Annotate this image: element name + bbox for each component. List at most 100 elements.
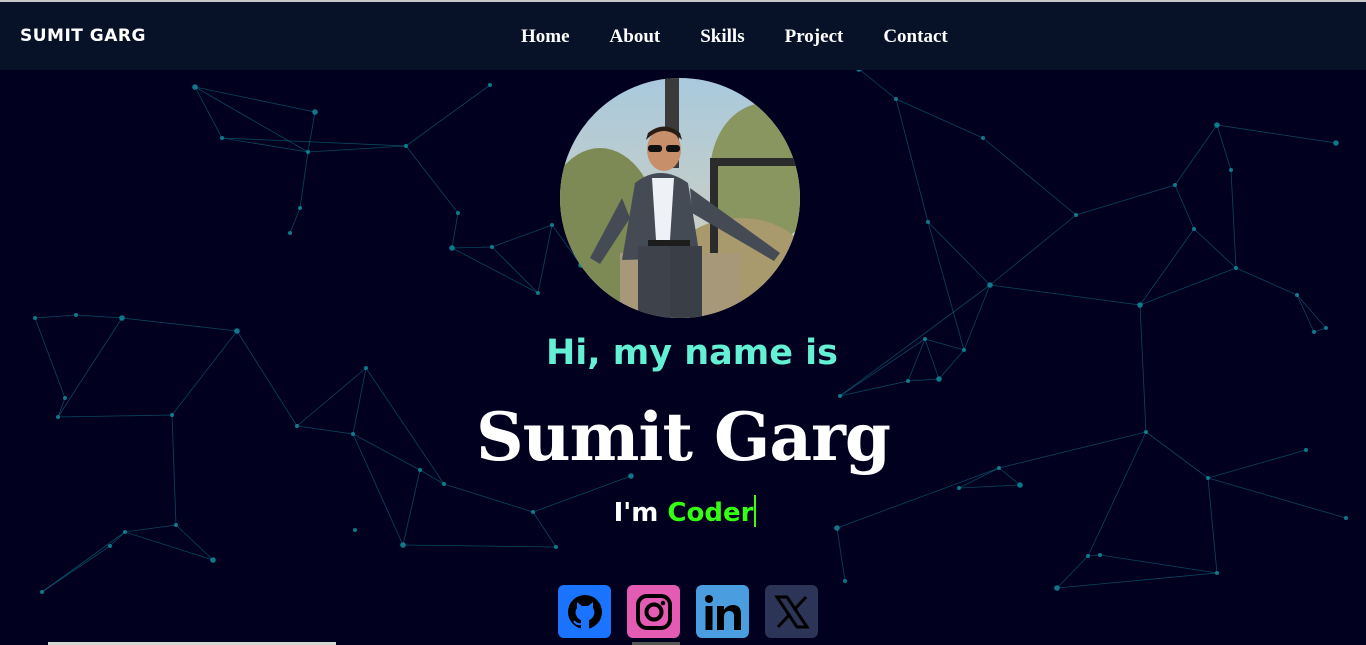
network-node [1215,571,1219,575]
network-line [982,137,1077,216]
network-node [210,557,216,563]
github-link[interactable] [558,585,611,638]
network-node [1054,585,1060,591]
network-node [74,313,78,317]
social-links [558,585,834,638]
network-line [1296,294,1327,329]
network-line [958,484,1021,489]
network-line [537,224,553,294]
network-node [220,136,224,140]
network-line [194,86,316,113]
network-line [175,524,214,561]
nav-links: Home About Skills Project Contact [521,26,988,48]
network-node [449,245,455,251]
nav-skills[interactable]: Skills [700,26,744,48]
instagram-link[interactable] [627,585,680,638]
typed-line: I'm Coder [0,495,1366,528]
typed-prefix: I'm [613,498,659,528]
network-node [1333,140,1339,146]
network-line [927,221,991,286]
network-node [404,144,408,148]
network-node [1206,476,1210,480]
network-node [987,282,993,288]
network-line [75,314,123,319]
network-line [1075,184,1176,216]
network-node [40,590,44,594]
github-icon [567,594,602,629]
network-node [1214,122,1220,128]
network-line [836,527,846,582]
network-node [108,544,112,548]
network-line [491,224,553,248]
network-line [221,137,407,147]
network-node [442,482,446,486]
network-line [1216,124,1232,171]
network-node [981,136,985,140]
network-line [1139,228,1195,306]
network-node [312,109,318,115]
network-node [33,316,37,320]
network-node [536,291,540,295]
network-line [989,284,1141,306]
network-line [289,207,301,234]
network-line [41,531,126,593]
network-line [405,145,459,214]
greeting-text: Hi, my name is [546,333,838,373]
network-line [121,317,238,332]
network-line [307,111,316,153]
network-line [1193,228,1237,269]
navbar: SUMIT GARG Home About Skills Project Con… [0,2,1366,70]
network-node [1324,326,1328,330]
network-node [936,376,942,382]
x-link[interactable] [765,585,818,638]
network-node [400,542,406,548]
network-node [123,530,127,534]
network-line [895,98,929,223]
network-line [1174,124,1218,186]
nav-about[interactable]: About [610,26,661,48]
network-line [402,544,557,548]
network-line [451,246,493,249]
network-node [1074,213,1078,217]
network-node [906,379,910,383]
network-line [989,214,1077,286]
network-line [1230,169,1237,269]
linkedin-icon [704,594,741,630]
network-node [1017,482,1023,488]
network-node [192,84,198,90]
network-line [451,247,539,294]
network-node [957,486,961,490]
network-line [1099,554,1218,574]
network-line [927,221,965,351]
network-line [307,145,407,153]
network-line [34,314,77,319]
nav-contact[interactable]: Contact [883,26,947,48]
linkedin-link[interactable] [696,585,749,638]
instagram-icon [635,593,672,630]
network-line [1216,124,1337,144]
network-line [1235,267,1298,296]
network-node [1173,183,1177,187]
network-node [1295,293,1299,297]
x-icon [773,595,810,628]
network-node [843,579,847,583]
network-node [1137,302,1143,308]
network-node [298,206,302,210]
network-line [858,68,897,100]
network-line [491,246,539,294]
network-node [1234,266,1238,270]
network-node [119,315,125,321]
network-line [451,212,459,249]
network-node [306,150,310,154]
network-node [554,545,558,549]
network-node [1086,554,1090,558]
nav-home[interactable]: Home [521,26,570,48]
nav-project[interactable]: Project [785,26,844,48]
network-node [894,97,898,101]
network-node [456,211,460,215]
network-line [1056,555,1089,589]
typing-cursor [754,495,757,527]
brand-logo[interactable]: SUMIT GARG [20,26,146,46]
network-line [1139,267,1237,306]
network-line [1296,294,1315,333]
